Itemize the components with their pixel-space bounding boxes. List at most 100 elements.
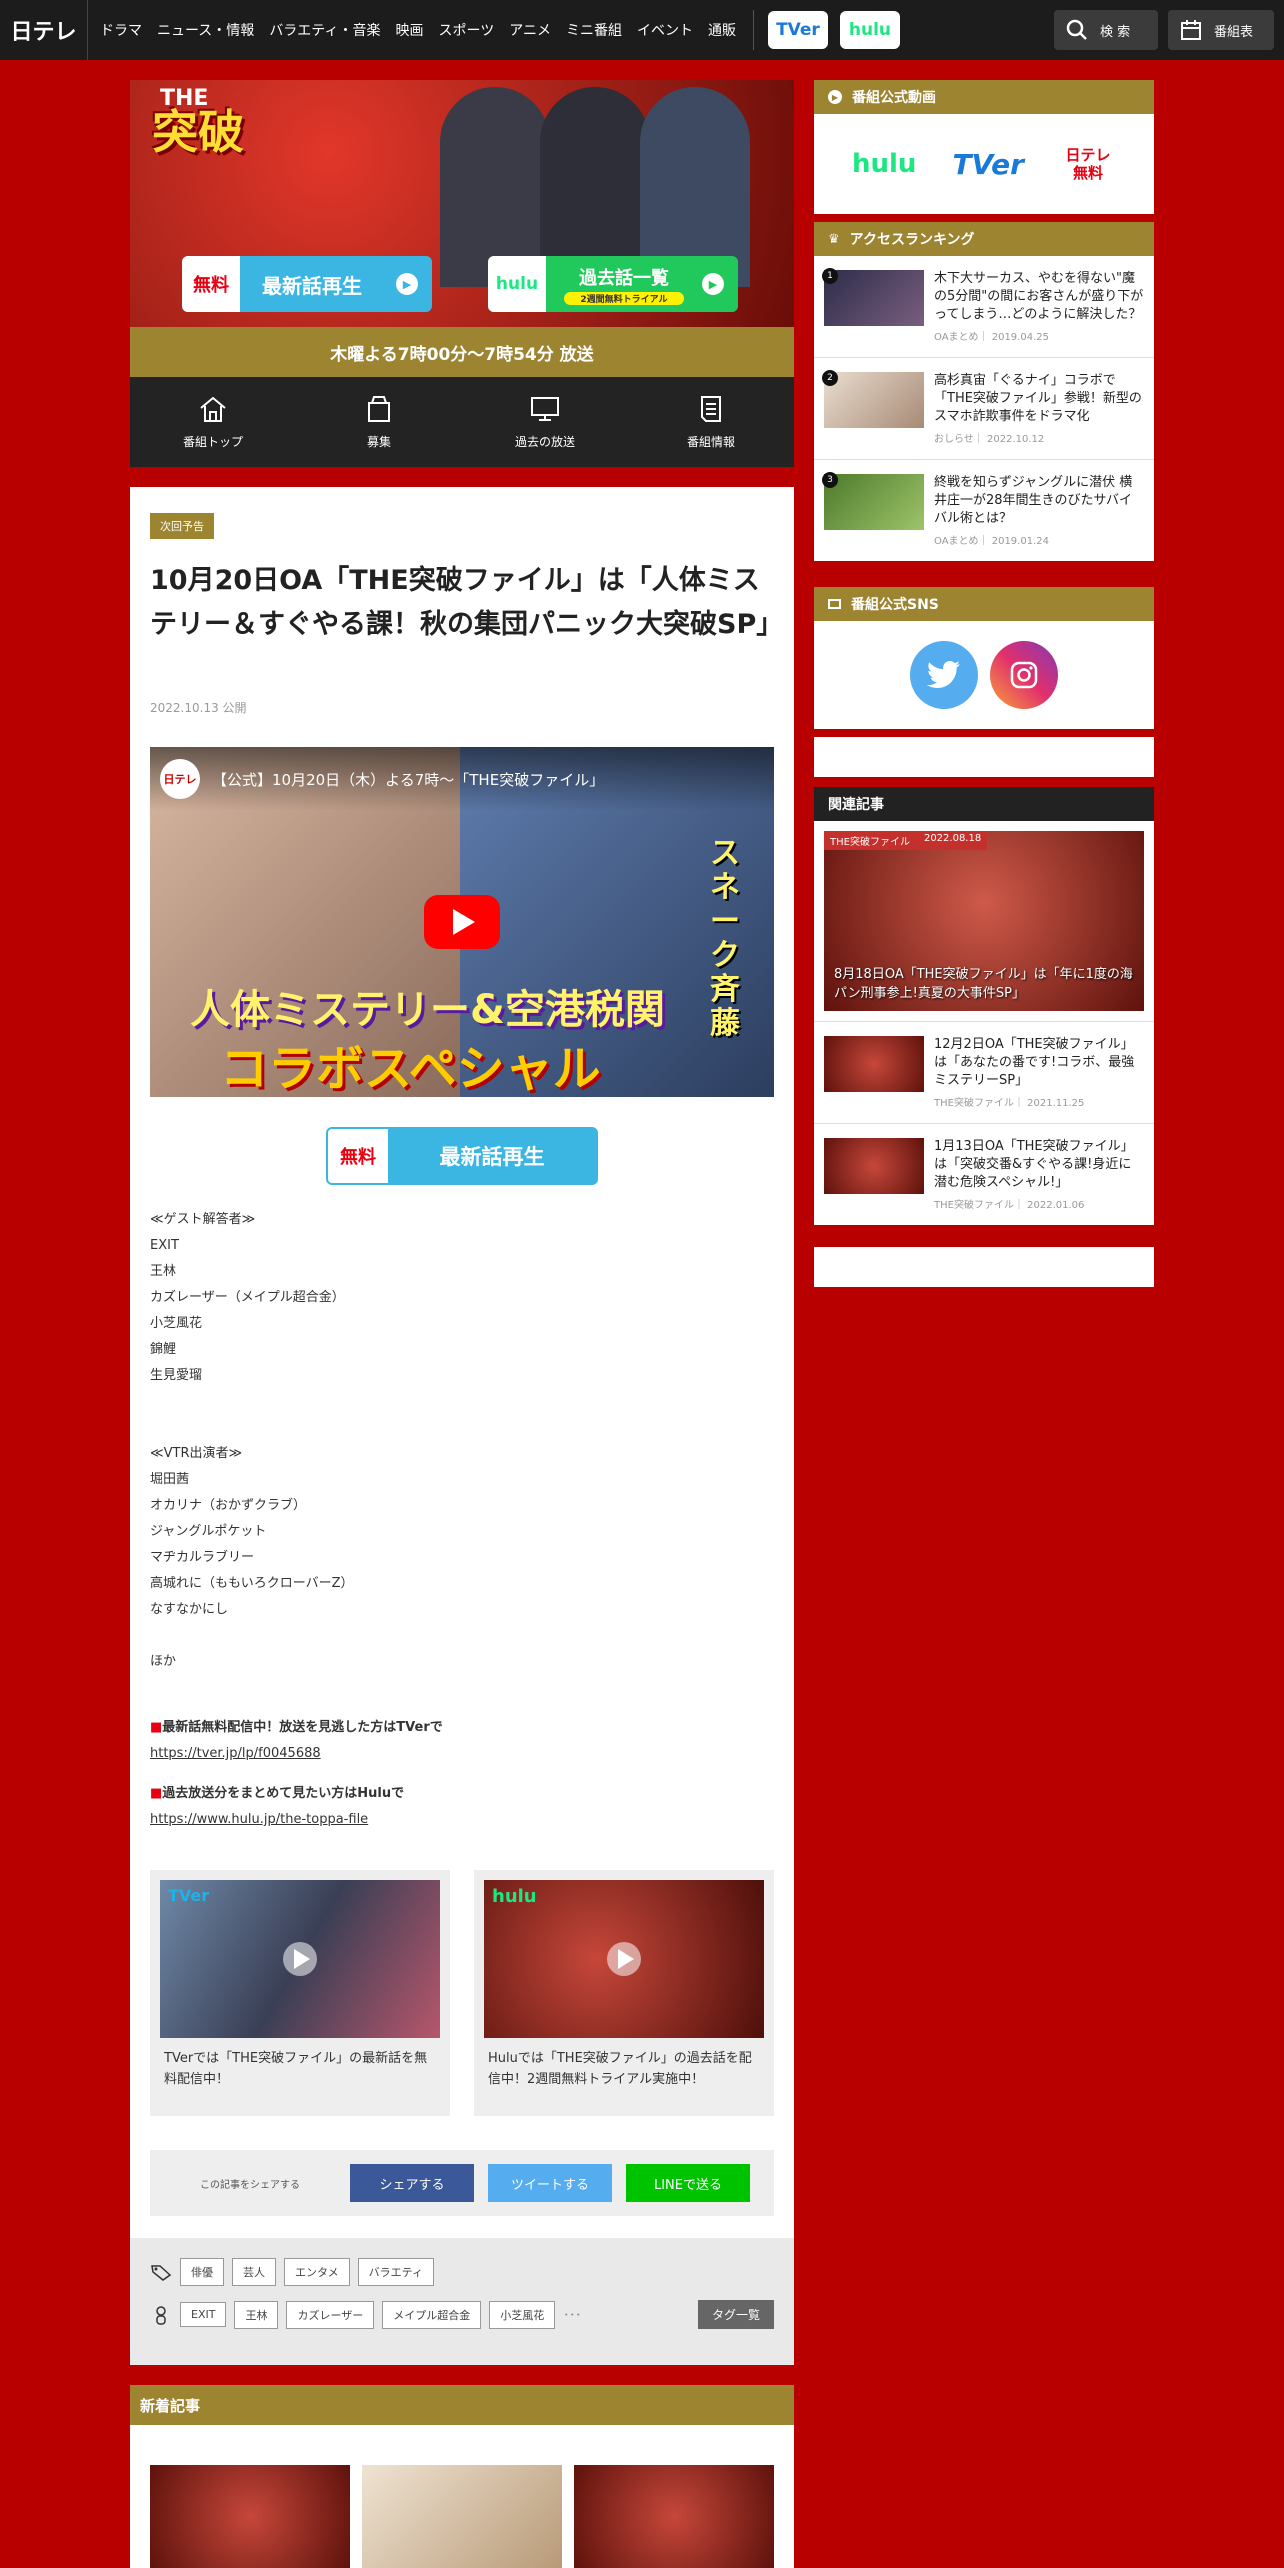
nav-drama[interactable]: ドラマ xyxy=(100,20,142,40)
genre-tag[interactable]: バラエティ xyxy=(357,2258,435,2286)
hulu-link[interactable]: https://www.hulu.jp/the-toppa-file xyxy=(150,1807,774,1833)
youtube-player[interactable]: 日テレ 【公式】10月20日（木）よる7時～「THE突破ファイル」 スネーク斉藤… xyxy=(150,747,774,1097)
guest-name: 錦鯉 xyxy=(150,1342,177,1357)
genre-tag[interactable]: 芸人 xyxy=(232,2258,276,2286)
vtr-name: ジャングルポケット xyxy=(150,1524,267,1539)
video-caption: スネーク斉藤 xyxy=(710,836,740,1041)
sns-links xyxy=(814,621,1154,729)
person-tag[interactable]: 王林 xyxy=(234,2300,279,2329)
related-item[interactable]: 12月2日OA「THE突破ファイル」は「あなたの番です!コラボ、最強ミステリーS… xyxy=(814,1021,1154,1124)
program-nav-recruit[interactable]: 募集 xyxy=(296,377,462,467)
tver-link[interactable]: TVer xyxy=(767,11,828,49)
ranking-item[interactable]: 1 木下大サーカス、やむを得ない"魔の5分間"の間にお客さんが盛り下がってしまう… xyxy=(814,256,1154,358)
genre-tag[interactable]: エンタメ xyxy=(284,2258,350,2286)
latest-label: 最新話再生 xyxy=(439,1145,545,1169)
program-nav-label: 募集 xyxy=(366,434,391,449)
tver-heading: ■最新話無料配信中！放送を見逃した方はTVerで xyxy=(150,1720,443,1735)
nav-mini[interactable]: ミニ番組 xyxy=(566,20,622,40)
program-nav-past[interactable]: 過去の放送 xyxy=(462,377,628,467)
program-nav-label: 番組トップ xyxy=(182,434,243,449)
widget-header: 関連記事 xyxy=(814,787,1154,821)
twitter-icon[interactable] xyxy=(910,641,978,709)
past-episodes-button[interactable]: hulu 過去話一覧 2週間無料トライアル ▶ xyxy=(488,256,738,312)
ntv-free-logo[interactable]: 日テレ無料 xyxy=(1060,146,1116,182)
new-article-thumbnail[interactable] xyxy=(362,2465,562,2568)
nav-event[interactable]: イベント xyxy=(637,20,693,40)
publish-date: 2022.10.13 公開 xyxy=(150,701,247,715)
widget-title: 関連記事 xyxy=(828,797,884,813)
person-tag[interactable]: メイプル超合金 xyxy=(382,2300,482,2329)
nav-shopping[interactable]: 通販 xyxy=(708,20,736,40)
hulu-logo[interactable]: hulu xyxy=(852,149,916,179)
new-article-thumbnail[interactable] xyxy=(150,2465,350,2568)
vtr-name: オカリナ（おかずクラブ） xyxy=(150,1498,307,1513)
hulu-card[interactable]: hulu Huluでは「THE突破ファイル」の過去話を配信中！2週間無料トライア… xyxy=(474,1870,774,2116)
ntv-logo[interactable]: 日テレ xyxy=(0,0,88,60)
share-label: この記事をシェアする xyxy=(200,2179,300,2191)
box-icon xyxy=(368,395,390,422)
search-button[interactable]: 検 索 xyxy=(1054,10,1158,50)
tver-card-text: TVerでは「THE突破ファイル」の最新話を無料配信中！ xyxy=(164,2051,428,2087)
more-tags[interactable]: ･･･ xyxy=(563,2306,581,2323)
tver-link[interactable]: https://tver.jp/lp/f0045688 xyxy=(150,1741,774,1767)
vtr-name: マヂカルラブリー xyxy=(150,1550,255,1565)
related-featured[interactable]: THE突破ファイル 2022.08.18 8月18日OA「THE突破ファイル」は… xyxy=(824,831,1144,1011)
nav-sports[interactable]: スポーツ xyxy=(438,20,494,40)
trial-label: 2週間無料トライアル xyxy=(564,291,684,305)
monitor-icon xyxy=(531,396,559,421)
widget-header: 番組公式SNS xyxy=(814,587,1154,621)
new-articles-heading: 新着記事 xyxy=(130,2385,794,2425)
program-nav-top[interactable]: 番組トップ xyxy=(130,377,296,467)
nav-anime[interactable]: アニメ xyxy=(509,20,551,40)
ranking-item[interactable]: 3 終戦を知らずジャングルに潜伏 横井庄一が28年間生きのびたサバイバル術とは？… xyxy=(814,460,1154,561)
featured-meta: THE突破ファイル 2022.08.18 xyxy=(824,831,988,850)
nav-variety[interactable]: バラエティ・音楽 xyxy=(269,20,380,40)
related-thumbnail xyxy=(824,1036,924,1092)
featured-tag: THE突破ファイル xyxy=(830,837,910,848)
guest-name: 王林 xyxy=(150,1264,177,1279)
ranking-item[interactable]: 2 高杉真宙「ぐるナイ」コラボで「THE突破ファイル」参戦！新型のスマホ詐欺事件… xyxy=(814,358,1154,460)
program-nav-info[interactable]: 番組情報 xyxy=(628,377,794,467)
schedule-button[interactable]: 番組表 xyxy=(1168,10,1274,50)
service-logos: hulu TVer 日テレ無料 xyxy=(814,114,1154,214)
instagram-icon[interactable] xyxy=(990,641,1058,709)
latest-episode-button[interactable]: 無料 最新話再生 xyxy=(326,1127,598,1185)
person-tag[interactable]: 小芝風花 xyxy=(489,2300,556,2329)
article: 次回予告 10月20日OA「THE突破ファイル」は「人体ミステリー＆すぐやる課！… xyxy=(130,487,794,2365)
tver-thumb-logo: TVer xyxy=(168,1886,210,1905)
person-tag[interactable]: EXIT xyxy=(180,2302,227,2327)
tver-logo[interactable]: TVer xyxy=(952,148,1024,181)
person-icon xyxy=(156,2305,166,2325)
category-badge[interactable]: 次回予告 xyxy=(150,513,214,539)
nav-news[interactable]: ニュース・情報 xyxy=(157,20,254,40)
facebook-share-button[interactable]: シェアする xyxy=(350,2164,474,2202)
ranking-thumbnail xyxy=(824,372,924,428)
new-article-thumbnail[interactable] xyxy=(574,2465,774,2568)
line-share-button[interactable]: LINEで送る xyxy=(626,2164,750,2202)
tag-list-button[interactable]: タグ一覧 xyxy=(697,2300,774,2329)
latest-episode-button[interactable]: 無料 最新話再生 ▶ xyxy=(182,256,432,312)
hulu-link[interactable]: hulu xyxy=(839,11,900,49)
channel-avatar[interactable]: 日テレ xyxy=(160,759,200,799)
tver-card[interactable]: TVer TVerでは「THE突破ファイル」の最新話を無料配信中！ xyxy=(150,1870,450,2116)
hulu-logo: hulu xyxy=(488,256,546,312)
person-tag[interactable]: カズレーザー xyxy=(286,2300,375,2329)
ranking-thumbnail xyxy=(824,474,924,530)
nav-movie[interactable]: 映画 xyxy=(395,20,423,40)
related-item[interactable]: 1月13日OA「THE突破ファイル」は「突破交番&すぐやる課!身近に潜む危険スペ… xyxy=(814,1124,1154,1225)
divider xyxy=(752,10,754,50)
search-label: 検 索 xyxy=(1100,24,1131,40)
twitter-share-button[interactable]: ツイートする xyxy=(488,2164,612,2202)
genre-tag[interactable]: 俳優 xyxy=(180,2258,224,2286)
related-thumbnail xyxy=(824,1138,924,1194)
video-title[interactable]: 【公式】10月20日（木）よる7時～「THE突破ファイル」 xyxy=(212,769,604,790)
featured-title: 8月18日OA「THE突破ファイル」は「年に1度の海パン刑事参上!真夏の大事件S… xyxy=(834,967,1133,1001)
guest-name: 小芝風花 xyxy=(150,1316,203,1331)
widget-title: 番組公式動画 xyxy=(852,90,936,106)
widget-title: 番組公式SNS xyxy=(851,597,939,613)
other-text: ほか xyxy=(150,1654,177,1669)
play-button[interactable] xyxy=(424,895,500,949)
rank-number: 3 xyxy=(822,472,838,488)
vtr-name: 高城れに（ももいろクローバーZ） xyxy=(150,1576,354,1591)
tag-area: 俳優 芸人 エンタメ バラエティ EXIT 王林 カズレーザー メイプル超合金 … xyxy=(130,2238,794,2365)
